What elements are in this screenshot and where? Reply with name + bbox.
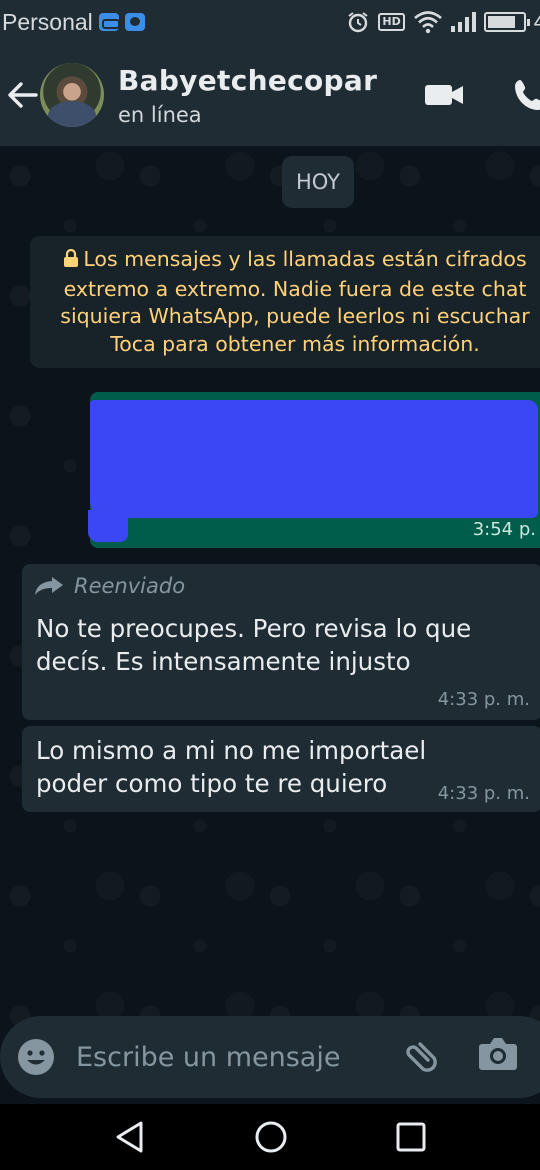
date-chip: HOY: [282, 156, 354, 208]
video-call-icon[interactable]: [424, 83, 464, 107]
encryption-notice-line: siquiera WhatsApp, puede leerlos ni escu…: [60, 304, 530, 328]
contact-status: en línea: [118, 102, 202, 127]
nav-home-icon[interactable]: [253, 1119, 289, 1155]
incoming-message[interactable]: Lo mismo a mi no me importael poder como…: [22, 726, 540, 812]
back-arrow-icon[interactable]: [2, 75, 42, 115]
message-time: 4:33 p. m.: [437, 689, 530, 710]
avatar[interactable]: [40, 63, 104, 127]
encryption-notice-line: Los mensajes y las llamadas están cifrad…: [30, 246, 540, 276]
redaction-mark: [88, 510, 128, 542]
message-text: No te preocupes. Pero revisa lo que decí…: [36, 614, 472, 676]
encryption-notice-line: extremo a extremo. Nadie fuera de este c…: [63, 276, 527, 301]
message-input[interactable]: [76, 1041, 376, 1073]
redaction-mark: [90, 400, 538, 518]
contact-info[interactable]: Babyetchecopar en línea: [118, 64, 377, 127]
message-icon: [124, 13, 145, 31]
nav-recents-icon[interactable]: [395, 1121, 427, 1153]
alarm-icon: [348, 12, 369, 33]
message-time: 3:54 p.: [472, 519, 536, 540]
camera-icon[interactable]: [478, 1036, 518, 1072]
carrier-label: Personal: [2, 8, 93, 35]
contact-name: Babyetchecopar: [118, 63, 378, 97]
composer: [0, 1010, 540, 1102]
voicemail-icon: [98, 13, 120, 31]
chat-header: Babyetchecopar en línea: [0, 44, 540, 146]
signal-icon: [450, 12, 476, 32]
outgoing-message[interactable]: 3:54 p.: [90, 392, 540, 548]
status-bar: Personal HD 4: [0, 0, 540, 44]
forwarded-label: Reenviado: [34, 574, 185, 598]
message-time: 4:33 p. m.: [437, 783, 530, 804]
encryption-notice-line: Toca para obtener más información.: [110, 331, 480, 356]
nav-back-icon[interactable]: [113, 1120, 147, 1154]
emoji-icon[interactable]: [16, 1037, 56, 1077]
battery-icon: [483, 12, 530, 32]
chat-area[interactable]: HOY Los mensajes y las llamadas están ci…: [0, 146, 540, 1104]
navigation-bar: [0, 1104, 540, 1170]
message-text: Lo mismo a mi no me importael poder como…: [36, 736, 427, 798]
encryption-notice[interactable]: Los mensajes y las llamadas están cifrad…: [30, 236, 540, 368]
lock-icon: [63, 248, 79, 276]
phone-icon[interactable]: [512, 77, 540, 113]
forward-icon: [35, 577, 63, 595]
battery-percent: 4: [533, 9, 540, 34]
paperclip-icon[interactable]: [398, 1034, 442, 1078]
incoming-message[interactable]: Reenviado No te preocupes. Pero revisa l…: [22, 564, 540, 720]
wifi-icon: [413, 11, 442, 34]
message-input-container[interactable]: [0, 1016, 540, 1098]
hd-icon: HD: [378, 13, 405, 31]
